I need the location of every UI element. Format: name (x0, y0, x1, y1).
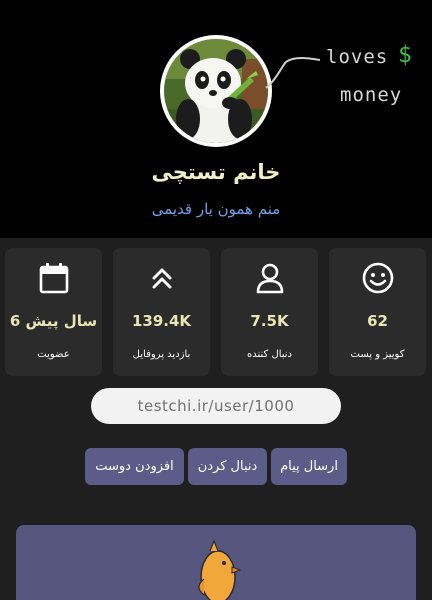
stat-card-followers[interactable]: 7.5K دنبال کننده (221, 248, 318, 376)
stat-label: کوییز و پست (350, 349, 405, 360)
send-message-button[interactable]: ارسال پیام (271, 448, 347, 485)
profile-url-field[interactable]: testchi.ir/user/1000 (91, 388, 341, 424)
stat-value: 139.4K (131, 312, 192, 330)
doodle-word-loves: loves (326, 46, 389, 68)
double-chevron-up-icon (152, 268, 172, 289)
profile-name: خانم تستچی (151, 160, 281, 184)
stat-card-membership[interactable]: 6 سال پیش عضویت (5, 248, 102, 376)
user-icon (256, 263, 284, 294)
chick-mascot-icon (198, 539, 242, 600)
stat-value: 6 سال پیش (9, 312, 98, 330)
doodle-dollar-sign: $ (398, 42, 412, 68)
doodle-word-money: money (340, 84, 403, 106)
stat-value: 62 (367, 312, 388, 330)
panda-avatar-image (164, 39, 268, 143)
stat-label: عضویت (37, 349, 70, 360)
stat-value: 7.5K (250, 312, 289, 330)
avatar[interactable] (160, 35, 272, 147)
smiley-icon (362, 262, 394, 294)
stat-card-posts[interactable]: 62 کوییز و پست (329, 248, 426, 376)
stat-label: دنبال کننده (246, 349, 293, 360)
stat-label: بازدید پروفایل (132, 349, 191, 360)
follow-button[interactable]: دنبال کردن (188, 448, 267, 485)
add-friend-button[interactable]: افزودن دوست (85, 448, 184, 485)
profile-bio: منم همون یار قدیمی (151, 200, 281, 218)
mascot-banner (16, 525, 416, 600)
stat-card-profile-views[interactable]: 139.4K بازدید پروفایل (113, 248, 210, 376)
calendar-icon (39, 263, 69, 294)
